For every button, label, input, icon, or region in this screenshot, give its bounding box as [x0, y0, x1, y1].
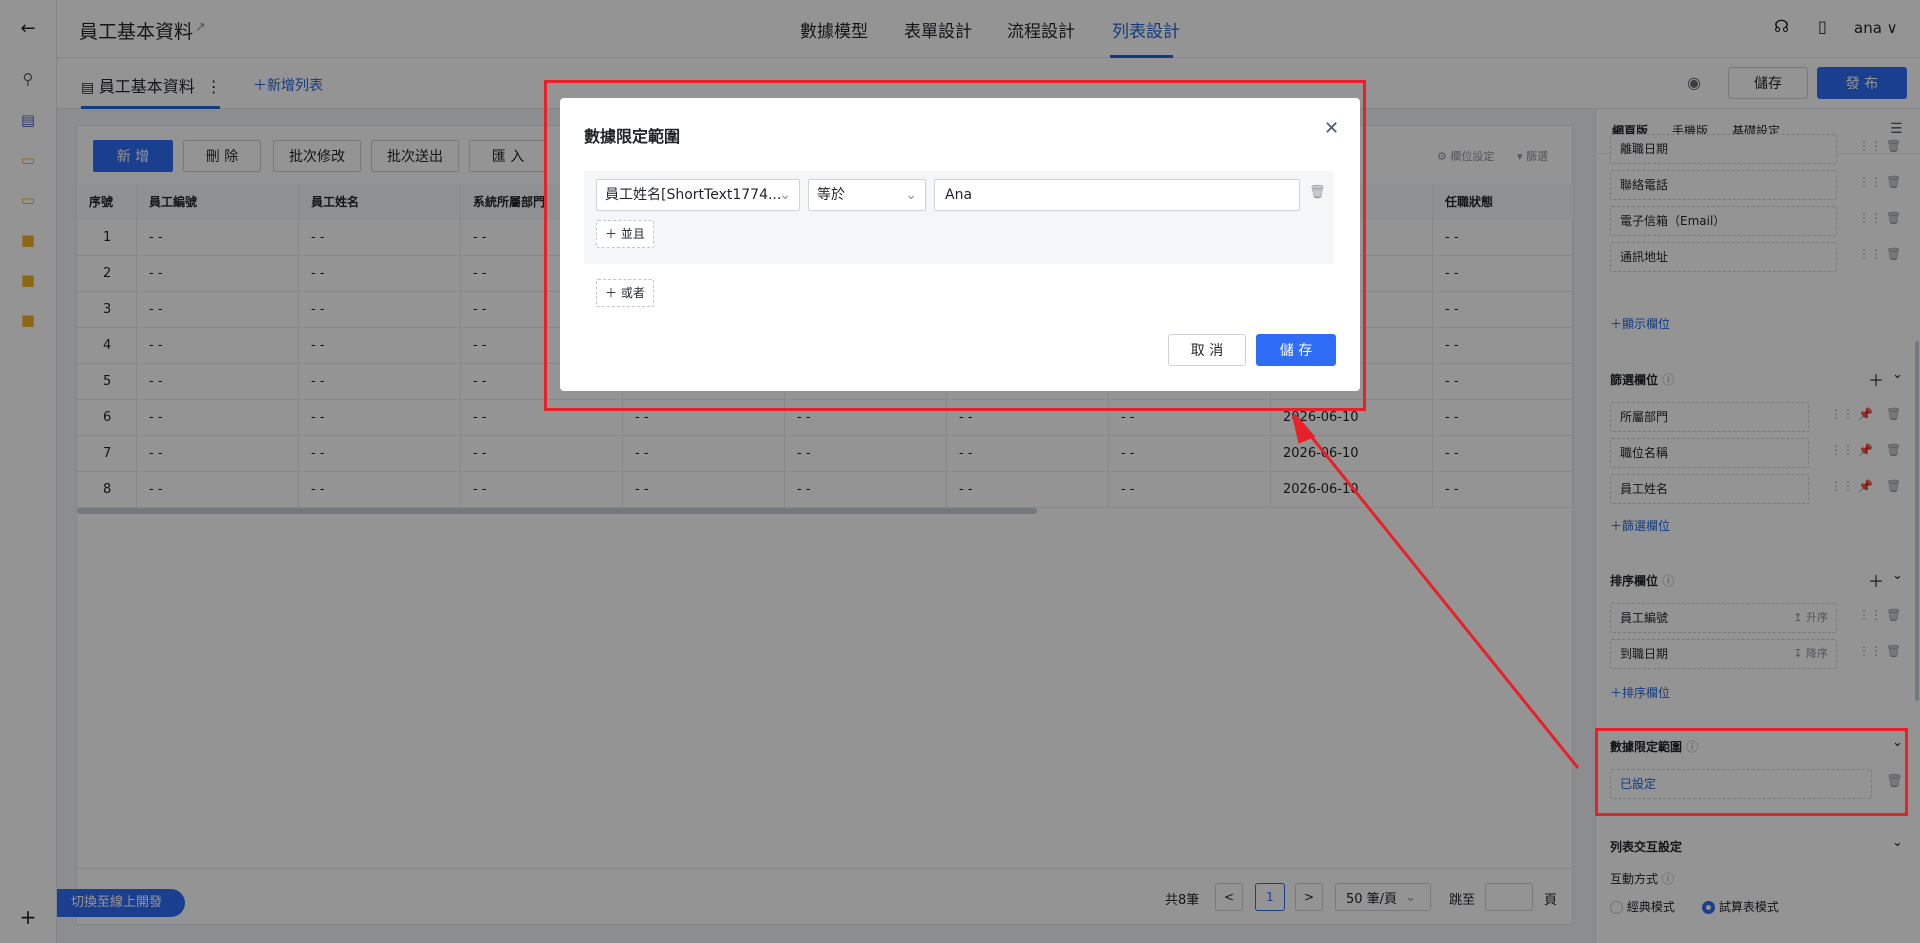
annotation-arrow: [1292, 413, 1580, 769]
arrow-head: [1292, 413, 1316, 444]
arrow-line: [1304, 429, 1580, 769]
